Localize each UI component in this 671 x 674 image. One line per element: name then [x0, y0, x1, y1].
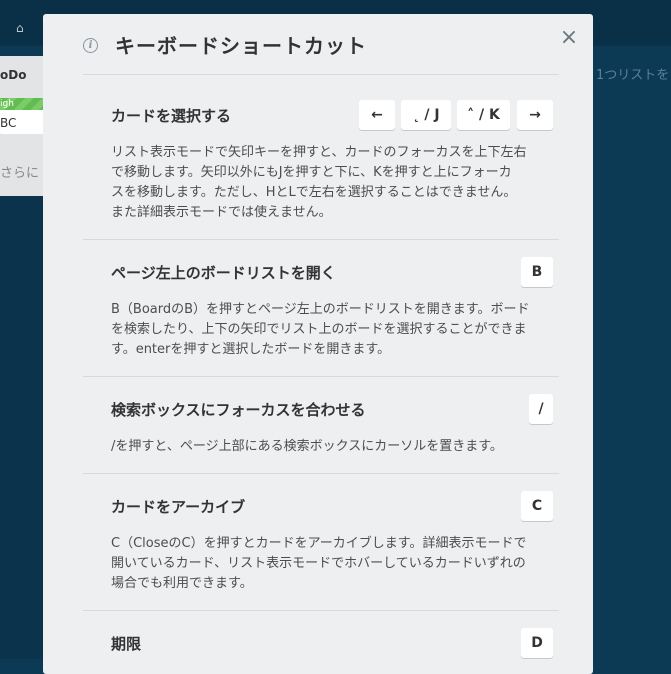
- key-slash: /: [529, 394, 553, 424]
- board-canvas: [0, 196, 43, 659]
- key-b: B: [521, 257, 553, 287]
- shortcut-description-board-list: B（BoardのB）を押すとページ左上のボードリストを開きます。ボード を検索し…: [111, 302, 530, 357]
- close-button[interactable]: ×: [557, 26, 581, 50]
- list-title: oDo: [0, 68, 27, 82]
- dialog-title: キーボードショートカット: [115, 34, 367, 58]
- card-label: igh: [0, 98, 44, 110]
- shortcut-title-archive: カードをアーカイブ: [111, 498, 246, 516]
- shortcut-description-search: /を押すと、ページ上部にある検索ボックスにカーソルを置きます。: [111, 439, 503, 454]
- shortcut-title-search: 検索ボックスにフォーカスを合わせる: [111, 401, 366, 419]
- shortcut-title-select-card: カードを選択する: [111, 107, 232, 125]
- card-title: BC: [0, 116, 17, 130]
- divider: [83, 610, 559, 611]
- divider: [83, 473, 559, 474]
- info-icon: i: [83, 38, 98, 53]
- divider: [83, 74, 559, 75]
- add-list-link[interactable]: 1つリストを: [596, 64, 669, 83]
- shortcut-description-select-card: リスト表示モードで矢印キーを押すと、カードのフォーカスを上下左右 で移動します。…: [111, 145, 527, 220]
- key-d: D: [521, 628, 553, 658]
- home-icon[interactable]: ⌂: [16, 20, 32, 36]
- divider: [83, 376, 559, 377]
- key-left-arrow: ←: [359, 100, 395, 130]
- divider: [83, 239, 559, 240]
- add-card-link[interactable]: さらに: [0, 162, 39, 181]
- key-right-arrow: →: [517, 100, 553, 130]
- key-down-j: ˛ / J: [401, 100, 451, 130]
- shortcut-title-board-list: ページ左上のボードリストを開く: [111, 264, 336, 282]
- shortcut-description-archive: C（CloseのC）を押すとカードをアーカイブします。詳細表示モードで 開いてい…: [111, 536, 527, 591]
- keyboard-shortcuts-dialog: i キーボードショートカット × カードを選択する ← ˛ / J ˄ / K …: [43, 14, 593, 674]
- key-up-k: ˄ / K: [457, 100, 510, 130]
- shortcut-title-due-date: 期限: [111, 635, 142, 653]
- key-c: C: [521, 491, 553, 521]
